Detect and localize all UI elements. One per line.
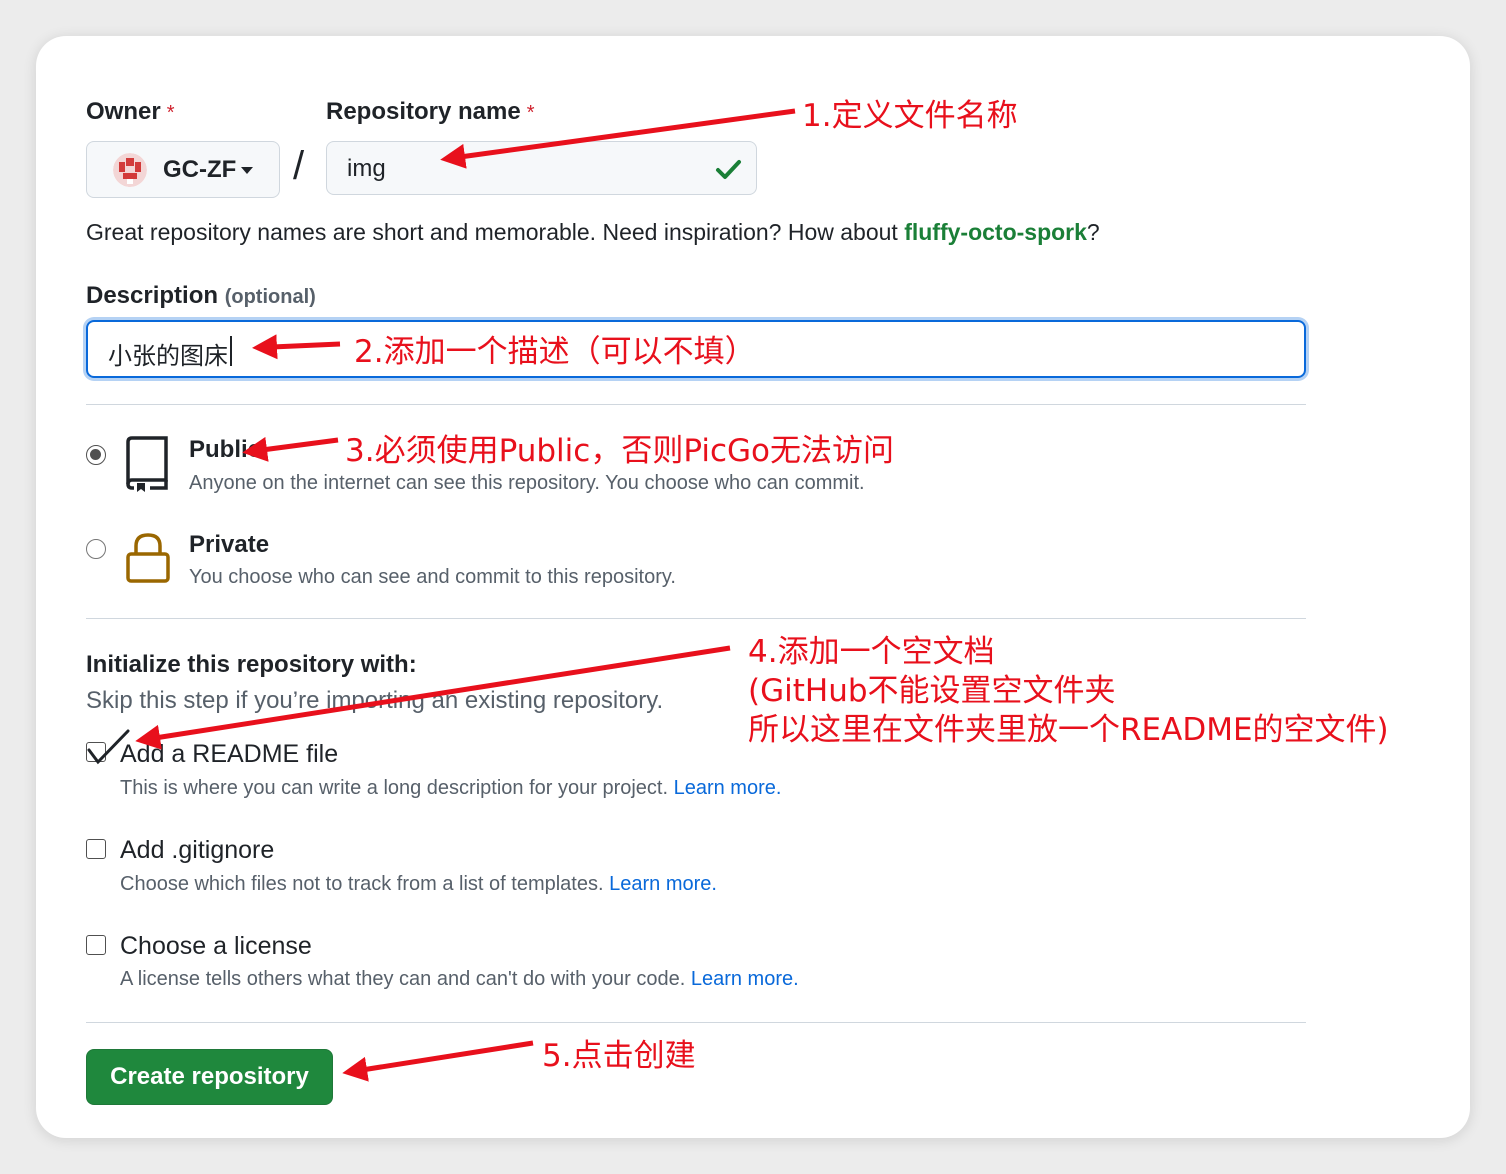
- public-description: Anyone on the internet can see this repo…: [189, 472, 865, 494]
- annotation-5: 5.点击创建: [542, 1038, 696, 1074]
- annotation-2: 2.添加一个描述（可以不填）: [354, 334, 756, 370]
- private-title: Private: [189, 531, 270, 558]
- annotation-4-line-1: 4.添加一个空文档: [748, 634, 995, 670]
- repo-name-input[interactable]: img: [326, 141, 757, 195]
- annotation-1: 1.定义文件名称: [802, 98, 1018, 134]
- readme-title: Add a README file: [120, 740, 339, 768]
- check-icon: [714, 155, 742, 188]
- initialize-subtitle: Skip this step if you’re importing an ex…: [86, 687, 664, 714]
- lock-icon: [124, 532, 172, 589]
- repo-name-value: img: [347, 155, 386, 182]
- divider: [86, 404, 1306, 405]
- gitignore-learn-more-link[interactable]: Learn more.: [609, 873, 717, 895]
- text-cursor: [230, 336, 232, 366]
- hint-suffix: ?: [1086, 219, 1100, 245]
- required-mark: *: [526, 102, 535, 124]
- annotation-4-line-3: 所以这里在文件夹里放一个README的空文件): [748, 712, 1389, 748]
- description-label: Description (optional): [86, 282, 316, 310]
- license-learn-more-link[interactable]: Learn more.: [691, 968, 799, 990]
- public-title: Public: [189, 436, 262, 463]
- gitignore-description: Choose which files not to track from a l…: [120, 873, 717, 896]
- annotation-4: 4.添加一个空文档 (GitHub不能设置空文件夹 所以这里在文件夹里放一个RE…: [748, 633, 1389, 750]
- name-suggestion-link[interactable]: fluffy-octo-spork: [904, 219, 1087, 245]
- owner-label: Owner *: [86, 98, 174, 126]
- owner-repo-separator: /: [293, 144, 305, 188]
- avatar: [113, 153, 147, 187]
- private-radio[interactable]: [86, 539, 106, 559]
- owner-select-button[interactable]: GC-ZF: [86, 141, 280, 198]
- optional-tag: (optional): [224, 286, 316, 308]
- chevron-down-icon: [241, 167, 253, 174]
- readme-learn-more-link[interactable]: Learn more.: [674, 777, 782, 799]
- gitignore-desc-text: Choose which files not to track from a l…: [120, 873, 604, 895]
- private-description: You choose who can see and commit to thi…: [189, 566, 676, 588]
- public-radio[interactable]: [86, 445, 106, 465]
- owner-name: GC-ZF: [163, 156, 237, 183]
- annotation-4-line-2: (GitHub不能设置空文件夹: [748, 673, 1116, 709]
- divider: [86, 1022, 1306, 1023]
- repo-icon: [124, 436, 170, 497]
- divider: [86, 618, 1306, 619]
- license-desc-text: A license tells others what they can and…: [120, 968, 686, 990]
- initialize-title: Initialize this repository with:: [86, 651, 417, 678]
- gitignore-title: Add .gitignore: [120, 836, 275, 864]
- repo-name-label: Repository name *: [326, 98, 535, 126]
- gitignore-checkbox[interactable]: [86, 839, 106, 859]
- readme-desc-text: This is where you can write a long descr…: [120, 777, 669, 799]
- description-label-text: Description: [86, 282, 219, 309]
- required-mark: *: [166, 102, 175, 124]
- repo-name-hint: Great repository names are short and mem…: [86, 219, 1100, 246]
- annotation-3: 3.必须使用Public，否则PicGo无法访问: [345, 433, 894, 469]
- readme-description: This is where you can write a long descr…: [120, 777, 781, 800]
- description-value: 小张的图床: [108, 343, 228, 370]
- license-description: A license tells others what they can and…: [120, 968, 799, 991]
- create-repository-button[interactable]: Create repository: [86, 1049, 333, 1105]
- owner-label-text: Owner: [86, 98, 161, 125]
- repo-name-label-text: Repository name: [326, 98, 521, 125]
- license-checkbox[interactable]: [86, 935, 106, 955]
- license-title: Choose a license: [120, 932, 312, 960]
- hint-text: Great repository names are short and mem…: [86, 219, 905, 245]
